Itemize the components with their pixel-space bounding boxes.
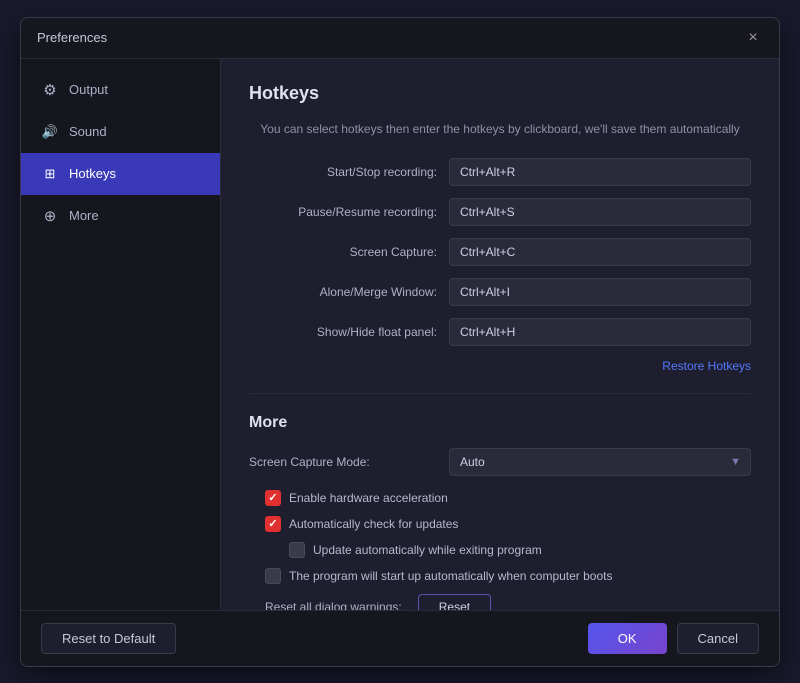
sound-icon: 🔊 [41, 123, 59, 141]
sidebar-item-more[interactable]: ⊕ More [21, 195, 220, 237]
auto-exit-checkbox-row: Update automatically while exiting progr… [249, 542, 751, 558]
screen-capture-select-wrapper: Auto Manual ▼ [449, 448, 751, 476]
auto-update-label: Automatically check for updates [289, 517, 458, 531]
hotkey-input-screen-capture[interactable] [449, 238, 751, 266]
hotkey-row-show-hide: Show/Hide float panel: [249, 318, 751, 346]
screen-capture-mode-label: Screen Capture Mode: [249, 455, 449, 469]
auto-boot-checkbox[interactable] [265, 568, 281, 584]
hw-accel-checkbox[interactable]: ✓ [265, 490, 281, 506]
restore-hotkeys-link[interactable]: Restore Hotkeys [662, 359, 751, 373]
footer-left: Reset to Default [41, 623, 176, 654]
content-area: ⚙ Output 🔊 Sound ⊞ Hotkeys ⊕ More Hotkey… [21, 59, 779, 610]
hotkey-input-start-stop[interactable] [449, 158, 751, 186]
reset-all-label: Reset all dialog warnings: [265, 600, 402, 610]
hw-accel-check-mark: ✓ [268, 491, 277, 504]
sidebar-item-hotkeys[interactable]: ⊞ Hotkeys [21, 153, 220, 195]
preferences-dialog: Preferences × ⚙ Output 🔊 Sound ⊞ Hotkeys… [20, 17, 780, 667]
more-section-title: More [249, 414, 751, 432]
ok-button[interactable]: OK [588, 623, 667, 654]
hotkeys-section-title: Hotkeys [249, 83, 751, 104]
auto-update-checkbox[interactable]: ✓ [265, 516, 281, 532]
auto-update-checkbox-row: ✓ Automatically check for updates [249, 516, 751, 532]
hotkey-input-show-hide[interactable] [449, 318, 751, 346]
sidebar-item-sound-label: Sound [69, 124, 107, 139]
hotkey-input-alone-merge[interactable] [449, 278, 751, 306]
screen-capture-mode-select[interactable]: Auto Manual [449, 448, 751, 476]
auto-exit-checkbox[interactable] [289, 542, 305, 558]
hotkey-label-show-hide: Show/Hide float panel: [249, 325, 449, 339]
restore-link-container: Restore Hotkeys [249, 358, 751, 373]
title-bar: Preferences × [21, 18, 779, 59]
hotkey-row-start-stop: Start/Stop recording: [249, 158, 751, 186]
auto-boot-checkbox-row: The program will start up automatically … [249, 568, 751, 584]
hotkeys-icon: ⊞ [41, 165, 59, 183]
section-divider [249, 393, 751, 394]
reset-to-default-button[interactable]: Reset to Default [41, 623, 176, 654]
output-icon: ⚙ [41, 81, 59, 99]
sidebar-item-more-label: More [69, 208, 99, 223]
reset-button[interactable]: Reset [418, 594, 491, 610]
hotkey-row-alone-merge: Alone/Merge Window: [249, 278, 751, 306]
sidebar-item-output[interactable]: ⚙ Output [21, 69, 220, 111]
sidebar-item-hotkeys-label: Hotkeys [69, 166, 116, 181]
hotkey-input-pause-resume[interactable] [449, 198, 751, 226]
dialog-title: Preferences [37, 30, 107, 45]
sidebar-item-sound[interactable]: 🔊 Sound [21, 111, 220, 153]
cancel-button[interactable]: Cancel [677, 623, 759, 654]
more-icon: ⊕ [41, 207, 59, 225]
footer: Reset to Default OK Cancel [21, 610, 779, 666]
auto-update-check-mark: ✓ [268, 517, 277, 530]
sidebar: ⚙ Output 🔊 Sound ⊞ Hotkeys ⊕ More [21, 59, 221, 610]
hw-accel-label: Enable hardware acceleration [289, 491, 448, 505]
hw-accel-checkbox-row: ✓ Enable hardware acceleration [249, 490, 751, 506]
footer-right: OK Cancel [588, 623, 759, 654]
auto-exit-label: Update automatically while exiting progr… [313, 543, 542, 557]
hotkey-row-pause-resume: Pause/Resume recording: [249, 198, 751, 226]
hotkey-label-start-stop: Start/Stop recording: [249, 165, 449, 179]
reset-row: Reset all dialog warnings: Reset [249, 594, 751, 610]
hotkey-label-pause-resume: Pause/Resume recording: [249, 205, 449, 219]
main-panel: Hotkeys You can select hotkeys then ente… [221, 59, 779, 610]
hotkeys-info: You can select hotkeys then enter the ho… [249, 120, 751, 138]
hotkey-label-alone-merge: Alone/Merge Window: [249, 285, 449, 299]
hotkey-row-screen-capture: Screen Capture: [249, 238, 751, 266]
close-button[interactable]: × [743, 28, 763, 48]
auto-boot-label: The program will start up automatically … [289, 569, 612, 583]
hotkey-label-screen-capture: Screen Capture: [249, 245, 449, 259]
sidebar-item-output-label: Output [69, 82, 108, 97]
screen-capture-mode-row: Screen Capture Mode: Auto Manual ▼ [249, 448, 751, 476]
